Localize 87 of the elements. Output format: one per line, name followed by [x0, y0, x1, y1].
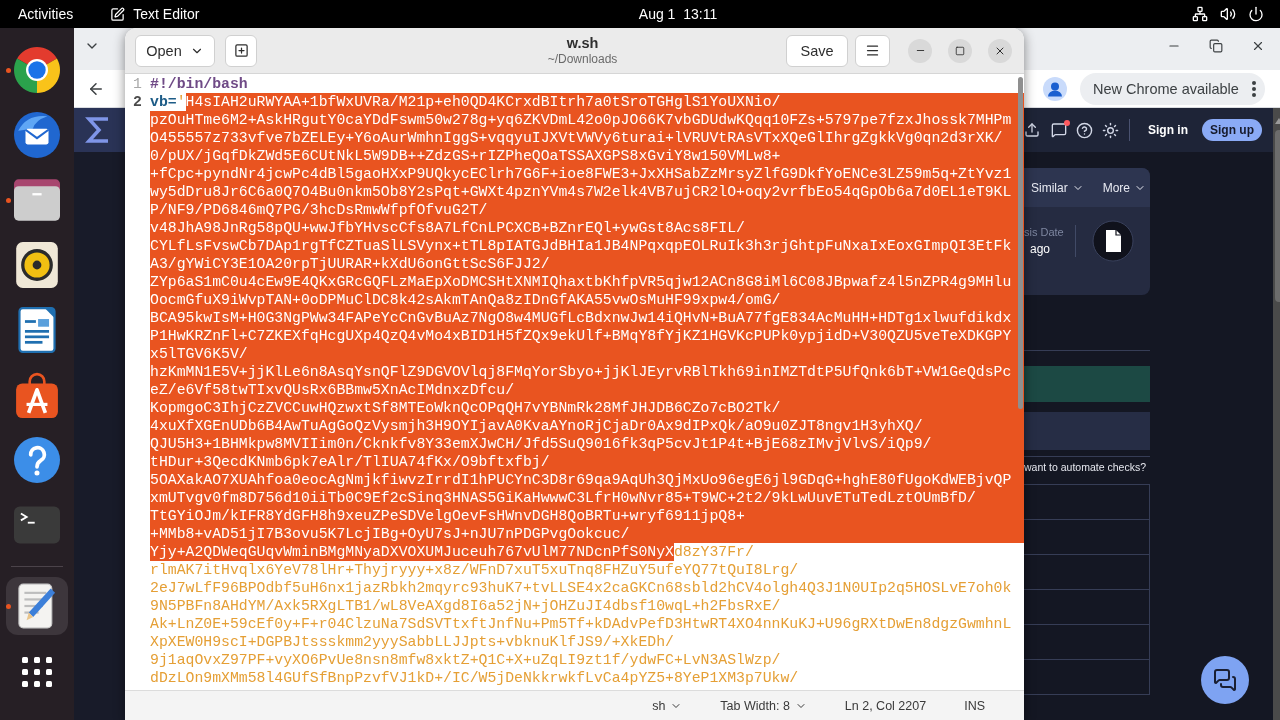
code-text: ZYp6aS1mC0u4cEw9E4QKxGRcGQFLzMaEpXoDMCSHtXNMIQhaxtbKhfpVR5qjw12ACn8G8iMl6C08JBpwafz4l5nZPR4g9MHlu — [150, 273, 1012, 291]
mail-bird-icon — [14, 112, 60, 158]
scrollbar-thumb[interactable] — [1018, 77, 1023, 409]
code-text: wy5dDru8Jr6C6a0Q7O4Bu0nkm5Ob8Y2sPqt+GWXt4pznYVm4s7W2elk4VB7ujCR2lO+oqy2vrfbEo54qGpOb6a7d0EL1eT9KL — [150, 183, 1012, 201]
new-tab-button[interactable] — [225, 34, 257, 67]
text-editor-icon — [110, 6, 126, 22]
code-text: xmUTvgv0fm8D756d10iiTb0C9Ef2cSinq3HNAS5GiKaHwwwC3LfrH0wNvr85+T9WC+2t2/9kLwUuvETuTedLztOUmBfD/ — [150, 489, 976, 507]
browser-icon — [14, 47, 60, 93]
square-plus-icon — [233, 43, 249, 58]
code-text: Ak+LnZ0E+59cEf0y+F+r04ClzuNa7SdSVTtxftJnfNu+Pm5Tf+kDAdvPefD3HtwRT4XO4nnKuKJ+U96gRXtDwEn8dgzGwmhnL — [150, 615, 1012, 633]
app-menu-button[interactable]: Text Editor — [110, 0, 200, 28]
line-number: 1 — [132, 75, 143, 93]
code-text: pzOuHTme6M2+AskHRgutY0caYDdFswm50w278g+yq6ZKVDmL42o0pJO66K7vbGDUdwKQqq10FZs+5797pe7fzxJhossk7MHPm — [150, 111, 1012, 129]
network-icon[interactable] — [1192, 6, 1208, 22]
chat-icon[interactable] — [1051, 122, 1067, 138]
clock[interactable]: Aug 1 13:11 — [638, 0, 718, 28]
help-icon — [14, 437, 60, 483]
menu-button[interactable] — [855, 34, 890, 67]
line-number: 2 — [132, 93, 143, 111]
code-text: 9N5PBFn8AHdYM/Axk5RXgLTB1/wL8VeAXgd8I6a52jN+jOHZuJI4dbsf10wqL+h2FbsRxE/ — [150, 597, 781, 615]
date-value: ago — [1030, 241, 1052, 258]
code-text: +fCpc+pyndNr4jcwPc4dBl5gaoHXxP9UQkycEClrh7G6F+ioe8FWE3+JxXHSabZzMrsyZlfG9DkfYoENCe3LZ59m5q+ZtYvz1 — [150, 165, 1012, 183]
open-button[interactable]: Open — [135, 34, 215, 67]
automation-prompt: want to automate checks? — [1024, 460, 1147, 474]
logo-icon[interactable] — [74, 108, 125, 152]
code-text: P1HwKRZnFl+C7ZKEXfqHcgUXp4QzQ4vMo4xBID1H5fZQx9ekUlf+BMqY8fYjKZ1HGVKcPUPk0ypjidD+V30QZU5veTeXDKGPY — [150, 327, 1012, 345]
sign-in-link[interactable]: Sign in — [1148, 123, 1188, 137]
code-text: +MMb8+vAD51jI7B3ovu5K7LcjIBg+OyU7sJ+nJU7nPDGPvgOokcuc/ — [150, 525, 630, 543]
code-text: OocmGfuX9iWvpTAN+0oDPMuClDC8k42sAkmTAnQa8zIDnGfAKA55vwOsMuHF99xpw4/omG/ — [150, 291, 781, 309]
code-text: P/NF9/PD6846mQ7PG/3hcDsRmwWfpfOfvuG2T/ — [150, 201, 488, 219]
save-button[interactable]: Save — [786, 34, 848, 67]
code-text: H4sIAH2uRWYAA+1bfWxUVRa/M21p+eh0QD4KCrxdBItrh7a0tSroTGHglS1YoUXNio/ — [185, 93, 781, 111]
code-text: Yjy+A2QDWeqGUqvWminBMgMNyaDXVOXUMJuceuh767vUlM77NDcnPfS0NyX — [150, 543, 674, 561]
card-dropdown[interactable]: Similar — [1031, 180, 1084, 195]
speaker-icon — [14, 242, 60, 288]
code-text: KopmgoC3IhjCzZVCCuwHQzwxtSf8MTEoWknQcOPqQH7vYBNmRk28MfJHJDB6CZo7cBO2Tk/ — [150, 399, 781, 417]
code-text: A3/gYWiCY3E1OA20rpTjUURAR+kXdU6onGttScS6FJJ2/ — [150, 255, 550, 273]
app-grid-icon — [22, 657, 52, 687]
code-text: 4xuXfXGEnUDb6B4AwTuAgGoQzVysmjh3H9OYIjavA0KvaAYnoRjCjaDr0Ax9dIPxQk/aO9u0ZJT8ngv1H3yhXQ/ — [150, 417, 923, 435]
maximize-icon — [955, 45, 965, 56]
notification-dot-icon — [1064, 120, 1070, 126]
sun-icon[interactable] — [1102, 121, 1119, 139]
more-options-icon — [1252, 80, 1256, 97]
maximize-button[interactable] — [948, 38, 972, 63]
dock-item[interactable] — [6, 577, 68, 635]
code-text: 9j1aqOvxZ97PF+vyXO6PvUe8nsn8mfw8xktZ+Q1C+X+uZqLI9zt1f/ydwFC+LvN3ASlWzp/ — [150, 651, 781, 669]
profile-avatar-icon[interactable] — [1043, 76, 1067, 101]
insert-mode: INS — [964, 698, 985, 713]
help-icon[interactable] — [1076, 121, 1093, 139]
folder-icon — [14, 177, 60, 223]
code-text: QJU5H3+1BHMkpw8MVIIim0n/Cknkfv8Y33emXJwCH/Jfd5SuQ9016fk3qP5cvJt1P4t+BjE68zIMvjVlvS/iQp9/ — [150, 435, 932, 453]
chat-button[interactable] — [1201, 656, 1249, 704]
code-text: O455557z733vfve7bZELEy+Y6oAurWmhnIggS+vqqyuIJXVtVWVy6turai+lVRUVtRAsVTxXQeGlIhrgZgkkVg0qn2d3rXK/ — [150, 129, 1003, 147]
code-text: rlmAK7itHvqlx6YeV78lHr+Thyjryyy+x8z/WFnD7xuT5xuTnq8FHZuY5ufeYQ77tQuI8Lrg/ — [150, 561, 799, 579]
cursor-position: Ln 2, Col 2207 — [844, 698, 927, 713]
close-icon[interactable] — [1251, 39, 1265, 53]
window-subtitle: ~/Downloads — [547, 50, 618, 67]
code-text: eZ/e6Vf58twTIxvQUsRx6BBmw5XnAcIMdnxzDfcu/ — [150, 381, 515, 399]
sign-up-button[interactable]: Sign up — [1202, 119, 1262, 141]
chat-bubbles-icon — [1213, 668, 1237, 692]
code-text: XpXEW0H9scI+DGPBJtssskmm2yyySabbLLJJpts+vbknuKlfJS9/+XkEDh/ — [150, 633, 674, 651]
tab-width-dropdown[interactable]: Tab Width: 8 — [720, 698, 807, 713]
language-dropdown[interactable]: sh — [652, 698, 683, 713]
date-label: sis Date — [1024, 225, 1065, 240]
code-text: TtGYiOJm/kIFR8YdGFH8h9xeuZPeSDVelgOevFsHWnvDGH8QoBRTu+wryf6911jpQ8+ — [150, 507, 745, 525]
volume-icon[interactable] — [1220, 6, 1236, 22]
code-text: dDzLOn9mXMm58l4GUfSfBnpPzvfVJ1kD+/IC/W5jDeNkkrwkfLvCa4pYZ5+8YeP1XM3p7Ukw/ — [150, 669, 799, 687]
window-title: w.sh — [566, 34, 599, 51]
restore-icon[interactable] — [1209, 39, 1223, 53]
code-text: tHDur+3QecdKNmb6pk7eAlr/TlIUA74fKx/O9bftxfbj/ — [150, 453, 550, 471]
code-text: hzKmMN1E5V+jjKlLe6n8AsqYsnQFlZ9DGVOVlqj8FMqYorSbyo+jjKlJEyrvRBlTkh69inIMZTdtP5UfQnk6bT+VW1GeQdsPc — [150, 363, 1012, 381]
code-text: 5OAXakAO7XUAhfoa0eocAgNmjkfiwvzIrrdI1hPUCYnC3D8r69qa9AqUh3QjMxUo96egE6jl9GDqG+hghE80fUgoKdWEBjvQP — [150, 471, 1012, 489]
code-text: ' — [176, 93, 186, 111]
upload-icon[interactable] — [1024, 122, 1040, 138]
update-chip[interactable]: New Chrome available — [1080, 72, 1265, 105]
card-dropdown[interactable]: More — [1102, 180, 1146, 195]
menu-icon — [865, 43, 880, 58]
code-text: 2eJ7wLfF96BPOdbf5uH6nx1jazRbkh2mqyrc93huK7+tvLLSE4x2caGKCn68sbld2hCV4olgh4Q3J1N0UIp2q5HOSLvE7oh0k — [150, 579, 1012, 597]
power-icon[interactable] — [1248, 6, 1264, 22]
file-icon — [1092, 220, 1134, 262]
code-text: vb= — [150, 93, 177, 111]
code-text: CYLfLsFvswCb7DAp1rgTfCZTuaSlLSVynx+tTL8pIATGJdBHIa1JB4NPqxqpEOLRuIk3h3rjGhtpFuNxaIxEoxGImpQI3EtFk — [150, 237, 1012, 255]
code-text: BCA95kwIsM+H0G3NgPWw34FAPeYcCnGvBuAz7NgO8w4MUGfLcBdxnwJw14iQHvN+BuA77fgE834AcMuHH+HDTg1xlwufdikdx — [150, 309, 1012, 327]
shopping-bag-icon — [14, 372, 60, 418]
activities-button[interactable]: Activities — [18, 0, 74, 28]
code-text: 0/pUX/jGqfDkZWd5E6CUtNkL5W9DB++ZdzGS+rIZPheQOaTSSAXGPS8xGviY8w150VMLw8+ — [150, 147, 781, 165]
code-text: v48JhA98JnRg58pQU+wwJfbYHvscCfs8A7LfCnLPCXCB+BZnrEQl+ywGst8Acs8FIL/ — [150, 219, 745, 237]
